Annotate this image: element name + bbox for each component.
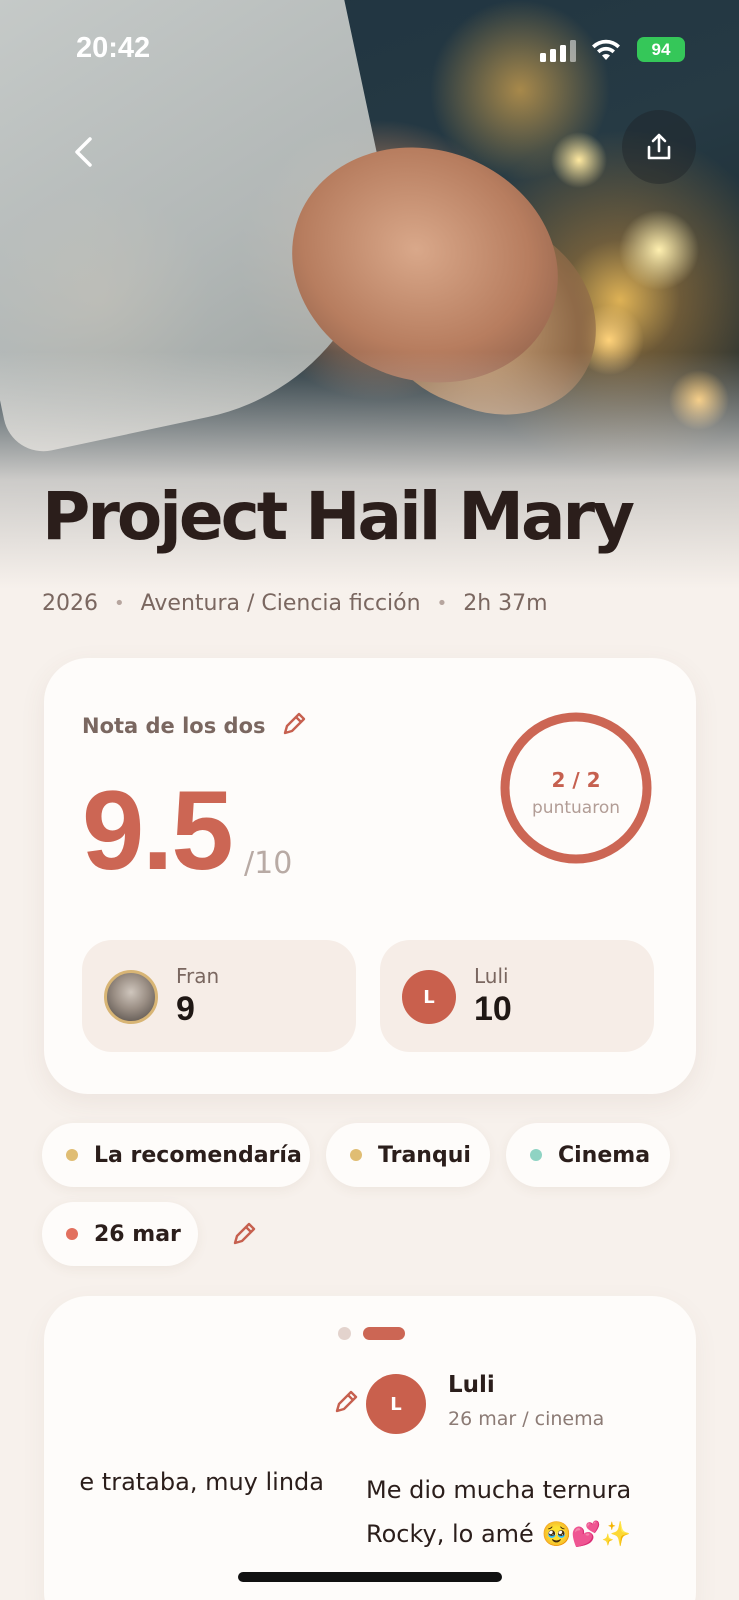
raters-label: puntuaron (532, 798, 620, 818)
score-card: Nota de los dos 9.5 /10 2 / 2 puntuaron … (44, 658, 696, 1094)
tag-label: Cinema (558, 1142, 651, 1168)
voter-score: 9 (176, 990, 195, 1028)
pager-dot[interactable] (338, 1326, 351, 1340)
tag-recommend[interactable]: La recomendaría (42, 1123, 310, 1187)
meta-separator: • (114, 592, 125, 614)
pencil-icon (233, 1222, 256, 1245)
avatar (104, 970, 158, 1024)
wifi-icon (592, 39, 620, 60)
voter-name: Luli (474, 964, 509, 988)
tag-dot (66, 1228, 78, 1240)
review-author: Luli (448, 1372, 495, 1398)
movie-title: Project Hail Mary (42, 478, 635, 555)
battery-level: 94 (651, 39, 671, 59)
tag-label: 26 mar (94, 1221, 181, 1247)
tag-mood[interactable]: Tranqui (326, 1123, 490, 1187)
score-max: /10 (244, 846, 293, 881)
movie-duration: 2h 37m (463, 590, 548, 616)
edit-tags-button[interactable] (228, 1218, 260, 1250)
previous-review-text: e trataba, muy linda (79, 1468, 324, 1496)
tag-label: La recomendaría (94, 1142, 302, 1168)
movie-genres: Aventura / Ciencia ficción (140, 590, 421, 616)
review-date: 26 mar / cinema (448, 1408, 605, 1430)
signal-icon (540, 40, 576, 62)
pencil-icon (283, 712, 306, 735)
tag-dot (350, 1149, 362, 1161)
voter-name: Fran (176, 964, 220, 988)
avatar: L (402, 970, 456, 1024)
back-button[interactable] (58, 126, 110, 178)
voter-score: 10 (474, 990, 512, 1028)
tag-date[interactable]: 26 mar (42, 1202, 198, 1266)
back-icon (75, 137, 92, 167)
meta-separator: • (436, 592, 448, 614)
pencil-icon (335, 1390, 358, 1413)
tag-dot (530, 1149, 542, 1161)
home-indicator[interactable] (238, 1572, 502, 1582)
status-bar: 20:42 94 (0, 0, 739, 100)
share-icon (647, 133, 671, 160)
raters-count: 2 / 2 (551, 768, 601, 792)
review-carousel[interactable]: e trataba, muy linda L Luli 26 mar / cin… (44, 1296, 696, 1600)
pager-dot-active[interactable] (363, 1326, 405, 1340)
avatar: L (366, 1374, 426, 1434)
edit-review-button[interactable] (330, 1386, 362, 1418)
voter-card-fran[interactable]: Fran 9 (82, 940, 356, 1052)
review-text: Me dio mucha ternura Rocky, lo amé 🥹💕✨ (366, 1476, 632, 1548)
movie-meta: 2026 • Aventura / Ciencia ficción • 2h 3… (42, 588, 548, 618)
score-label: Nota de los dos (82, 714, 266, 738)
voter-card-luli[interactable]: L Luli 10 (380, 940, 654, 1052)
tag-label: Tranqui (378, 1142, 471, 1168)
tag-venue[interactable]: Cinema (506, 1123, 670, 1187)
share-button[interactable] (622, 110, 696, 184)
tag-dot (66, 1149, 78, 1161)
movie-year: 2026 (42, 590, 98, 616)
edit-score-button[interactable] (278, 708, 310, 740)
status-time: 20:42 (76, 32, 151, 64)
combined-score: 9.5 (82, 768, 234, 893)
carousel-pager[interactable] (338, 1326, 405, 1340)
battery-indicator: 94 (637, 37, 685, 62)
